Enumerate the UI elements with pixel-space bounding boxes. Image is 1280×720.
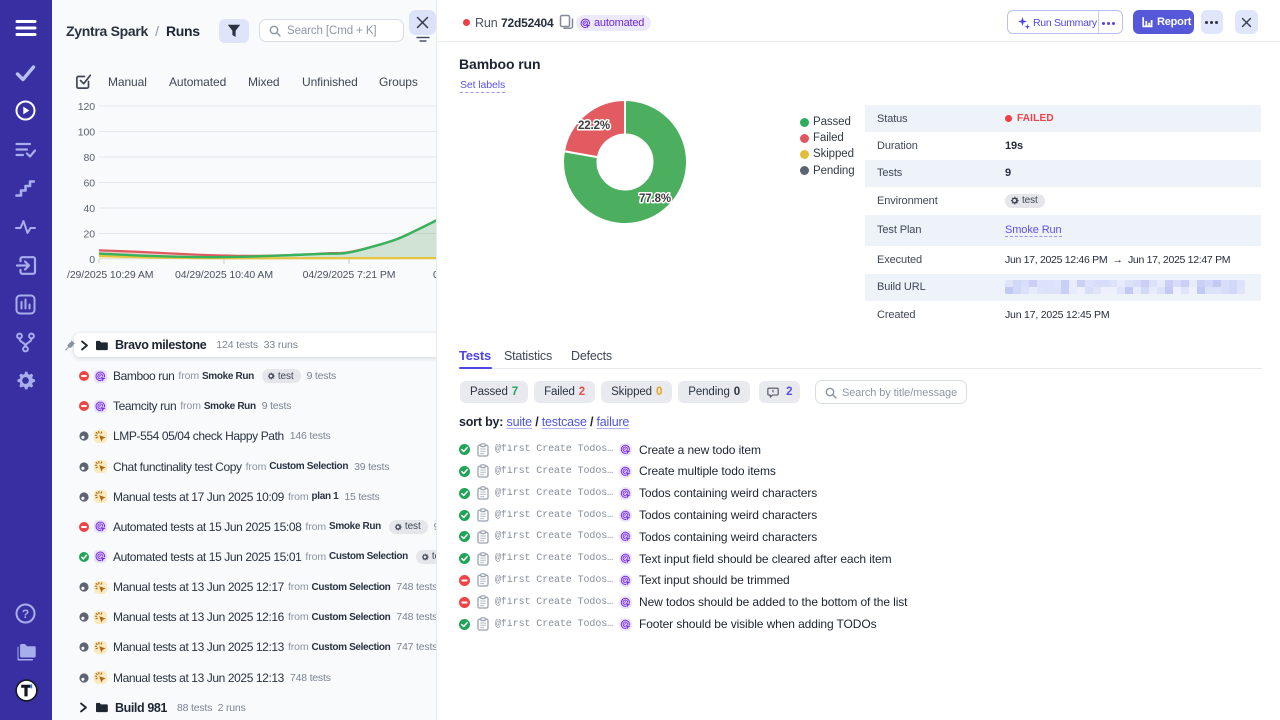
svg-text:0: 0 [89,254,95,266]
svg-text:100: 100 [78,127,95,139]
svg-text:77.8%: 77.8% [639,193,671,205]
svg-text:60: 60 [84,178,96,190]
svg-text:80: 80 [84,152,96,164]
svg-text:120: 120 [78,101,95,113]
svg-text:22.2%: 22.2% [578,120,610,132]
svg-text:04/29/2025 10:40 AM: 04/29/2025 10:40 AM [175,269,273,281]
svg-text:?: ? [22,607,29,621]
svg-text:40: 40 [84,203,96,215]
svg-text:/29/2025 10:29 AM: /29/2025 10:29 AM [67,269,153,281]
svg-text:20: 20 [84,229,96,241]
svg-text:04/29/2025 7:21 PM: 04/29/2025 7:21 PM [303,269,396,281]
svg-text:0: 0 [433,269,437,281]
